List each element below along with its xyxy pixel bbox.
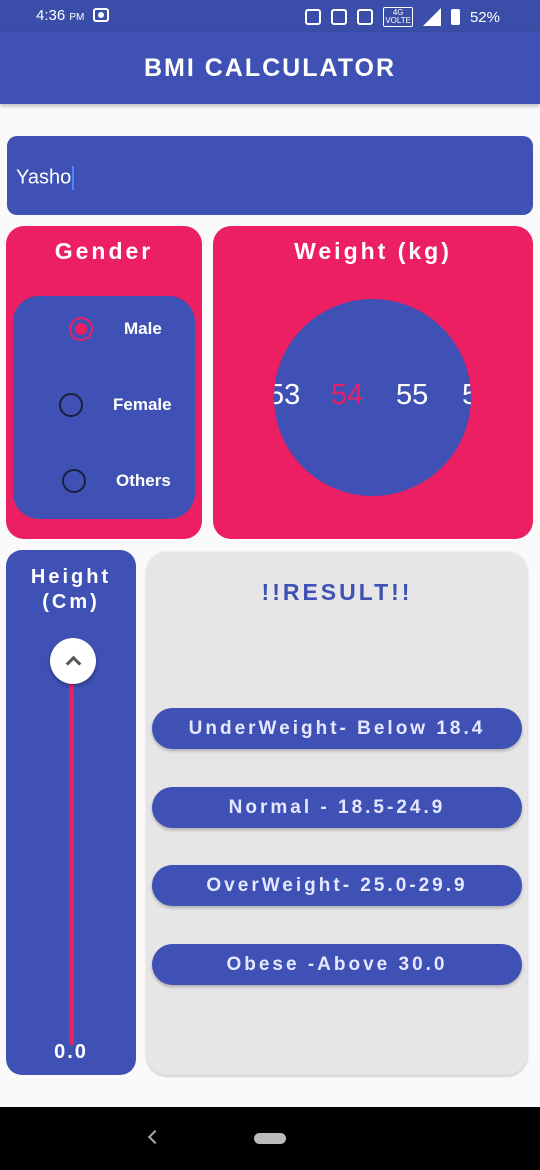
height-slider-thumb[interactable] — [50, 638, 96, 684]
radio-others[interactable] — [62, 469, 86, 493]
result-card: !!RESULT!! UnderWeight- Below 18.4 Norma… — [147, 552, 527, 1075]
radio-female[interactable] — [59, 393, 83, 417]
battery-percent: 52% — [469, 8, 500, 26]
height-value: 0.0 — [54, 1041, 88, 1063]
gender-title: Gender — [54, 238, 154, 264]
result-title: !!RESULT!! — [261, 579, 413, 605]
radio-others-label: Others — [116, 471, 171, 490]
screen-record-icon — [93, 8, 109, 22]
vibrate-icon — [357, 9, 374, 25]
obese-range-button[interactable]: Obese -Above 30.0 — [152, 944, 522, 985]
weight-selected[interactable]: 54 — [331, 379, 363, 412]
overweight-range-button[interactable]: OverWeight- 25.0-29.9 — [152, 865, 522, 906]
gender-radio-group: Male Female Others — [13, 296, 195, 519]
gender-option-male[interactable]: Male — [13, 308, 195, 348]
height-slider-track[interactable] — [69, 660, 74, 1045]
chevron-up-icon — [65, 655, 81, 672]
cast-icon — [331, 9, 348, 25]
weight-picker[interactable]: 53 54 55 5 — [274, 299, 471, 496]
gender-option-female[interactable]: Female — [13, 384, 195, 424]
radio-female-label: Female — [113, 395, 172, 414]
weight-option[interactable]: 55 — [396, 379, 428, 412]
gender-option-others[interactable]: Others — [13, 460, 195, 500]
height-card: Height (Cm) 0.0 — [6, 550, 136, 1075]
name-input-value: Yasho — [16, 166, 72, 189]
weight-option[interactable]: 5 — [462, 379, 471, 412]
underweight-range-button[interactable]: UnderWeight- Below 18.4 — [152, 708, 522, 749]
text-cursor — [72, 166, 75, 190]
app-title: BMI CALCULATOR — [143, 53, 397, 82]
weight-option[interactable]: 53 — [274, 379, 300, 412]
weight-title: Weight (kg) — [294, 238, 452, 264]
radio-male[interactable] — [69, 317, 93, 341]
status-bar: 4:36 PM 4G VOLTE 52% — [0, 0, 540, 32]
name-input[interactable]: Yasho — [7, 136, 533, 215]
normal-range-button[interactable]: Normal - 18.5-24.9 — [152, 787, 522, 828]
battery-icon — [450, 9, 460, 25]
home-pill-icon[interactable] — [254, 1133, 286, 1144]
network-type-icon: 4G VOLTE — [383, 7, 413, 27]
system-nav-bar — [0, 1107, 540, 1170]
app-bar: BMI CALCULATOR — [0, 32, 540, 104]
radio-male-label: Male — [124, 319, 162, 338]
weight-card: Weight (kg) 53 54 55 5 — [213, 226, 533, 539]
back-icon[interactable] — [147, 1129, 163, 1145]
height-title: Height (Cm) — [30, 566, 112, 613]
rotate-icon — [305, 9, 322, 25]
status-time: 4:36 PM — [36, 7, 85, 24]
signal-icon — [422, 8, 441, 26]
gender-card: Gender Male Female Others — [6, 226, 202, 539]
